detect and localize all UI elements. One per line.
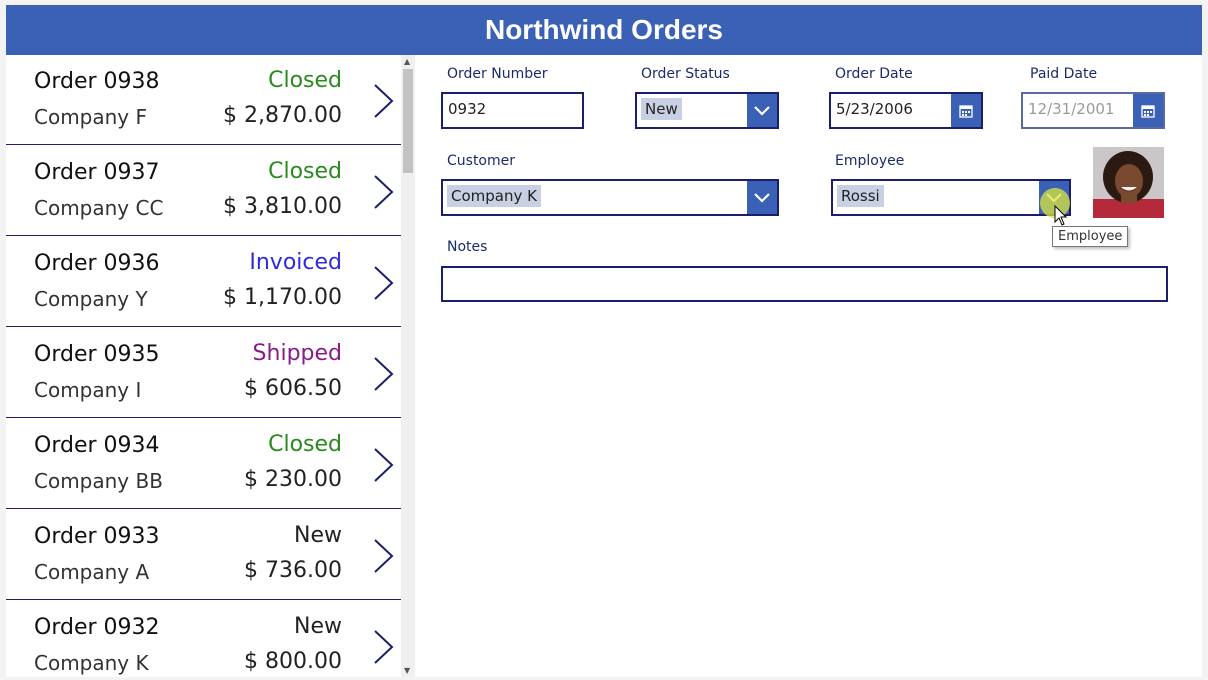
order-amount: $ 2,870.00 bbox=[223, 103, 342, 128]
order-number: Order 0937 bbox=[34, 160, 160, 185]
app-title: Northwind Orders bbox=[6, 5, 1202, 55]
order-number: Order 0938 bbox=[34, 69, 160, 94]
paid-date-picker[interactable]: 12/31/2001 bbox=[1021, 92, 1165, 129]
order-amount: $ 800.00 bbox=[244, 649, 342, 674]
order-number-label: Order Number bbox=[447, 66, 548, 82]
order-status: New bbox=[294, 523, 342, 548]
order-number: Order 0936 bbox=[34, 251, 160, 276]
order-status: New bbox=[294, 614, 342, 639]
order-amount: $ 606.50 bbox=[244, 376, 342, 401]
order-company: Company CC bbox=[34, 196, 164, 220]
order-company: Company F bbox=[34, 105, 148, 129]
order-amount: $ 3,810.00 bbox=[223, 194, 342, 219]
order-row[interactable]: Order 0937 Company CC Closed $ 3,810.00 bbox=[6, 146, 401, 236]
order-status-dropdown[interactable]: New bbox=[635, 92, 779, 129]
order-status-value: New bbox=[641, 98, 682, 120]
order-company: Company BB bbox=[34, 469, 163, 493]
scroll-up-icon[interactable]: ▲ bbox=[404, 57, 410, 66]
order-row[interactable]: Order 0933 Company A New $ 736.00 bbox=[6, 510, 401, 600]
order-company: Company Y bbox=[34, 287, 148, 311]
chevron-right-icon[interactable] bbox=[372, 446, 396, 484]
chevron-right-icon[interactable] bbox=[372, 355, 396, 393]
customer-value: Company K bbox=[447, 185, 541, 207]
employee-combobox[interactable]: Rossi bbox=[831, 179, 1071, 216]
order-company: Company A bbox=[34, 560, 150, 584]
order-number-field[interactable]: 0932 bbox=[441, 92, 584, 129]
orders-gallery: Order 0938 Company F Closed $ 2,870.00 O… bbox=[6, 55, 401, 677]
order-company: Company I bbox=[34, 378, 142, 402]
notes-label: Notes bbox=[447, 239, 488, 255]
order-amount: $ 230.00 bbox=[244, 467, 342, 492]
paid-date-label: Paid Date bbox=[1030, 66, 1098, 82]
order-row[interactable]: Order 0938 Company F Closed $ 2,870.00 bbox=[6, 55, 401, 145]
chevron-right-icon[interactable] bbox=[372, 628, 396, 666]
employee-value: Rossi bbox=[837, 185, 884, 207]
customer-label: Customer bbox=[447, 153, 516, 169]
scroll-down-icon[interactable]: ▼ bbox=[404, 666, 410, 675]
order-status: Invoiced bbox=[249, 250, 342, 275]
order-date-value: 5/23/2006 bbox=[836, 100, 913, 118]
order-date-label: Order Date bbox=[835, 66, 913, 82]
order-amount: $ 736.00 bbox=[244, 558, 342, 583]
order-row[interactable]: Order 0936 Company Y Invoiced $ 1,170.00 bbox=[6, 237, 401, 327]
chevron-down-icon[interactable] bbox=[747, 181, 777, 214]
scrollbar-thumb[interactable] bbox=[403, 69, 413, 173]
order-number: Order 0933 bbox=[34, 524, 160, 549]
order-row[interactable]: Order 0932 Company K New $ 800.00 bbox=[6, 601, 401, 677]
notes-input[interactable] bbox=[441, 266, 1168, 302]
chevron-right-icon[interactable] bbox=[372, 173, 396, 211]
order-row[interactable]: Order 0934 Company BB Closed $ 230.00 bbox=[6, 419, 401, 509]
order-number: Order 0934 bbox=[34, 433, 160, 458]
order-number: Order 0935 bbox=[34, 342, 160, 367]
order-number: Order 0932 bbox=[34, 615, 160, 640]
employee-label: Employee bbox=[835, 153, 905, 169]
order-status: Shipped bbox=[252, 341, 342, 366]
calendar-icon[interactable] bbox=[1133, 94, 1163, 127]
order-status: Closed bbox=[268, 159, 342, 184]
chevron-down-icon[interactable] bbox=[747, 94, 777, 127]
customer-combobox[interactable]: Company K bbox=[441, 179, 779, 216]
order-number-value: 0932 bbox=[448, 100, 487, 118]
mouse-pointer-icon bbox=[1054, 204, 1068, 231]
employee-photo bbox=[1093, 147, 1164, 218]
calendar-icon[interactable] bbox=[951, 94, 981, 127]
chevron-right-icon[interactable] bbox=[372, 264, 396, 302]
order-amount: $ 1,170.00 bbox=[223, 285, 342, 310]
order-status: Closed bbox=[268, 68, 342, 93]
order-row[interactable]: Order 0935 Company I Shipped $ 606.50 bbox=[6, 328, 401, 418]
paid-date-value: 12/31/2001 bbox=[1028, 100, 1115, 118]
chevron-right-icon[interactable] bbox=[372, 537, 396, 575]
chevron-right-icon[interactable] bbox=[372, 82, 396, 120]
app-screen: Northwind Orders Order 0938 Company F Cl… bbox=[6, 5, 1202, 677]
order-company: Company K bbox=[34, 651, 149, 675]
gallery-scrollbar[interactable]: ▲ ▼ bbox=[401, 55, 415, 677]
order-date-picker[interactable]: 5/23/2006 bbox=[829, 92, 983, 129]
order-status-label: Order Status bbox=[641, 66, 730, 82]
order-status: Closed bbox=[268, 432, 342, 457]
